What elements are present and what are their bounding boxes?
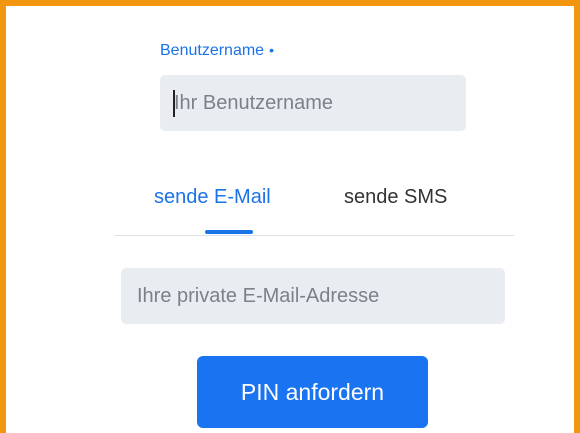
request-pin-button[interactable]: PIN anfordern — [197, 356, 428, 428]
active-tab-indicator — [205, 230, 253, 234]
tabs-divider — [114, 235, 514, 236]
tab-send-sms[interactable]: sende SMS — [344, 186, 447, 209]
username-label: Benutzername • — [160, 42, 274, 60]
email-input[interactable] — [121, 268, 505, 324]
tab-send-email[interactable]: sende E-Mail — [154, 186, 271, 209]
username-label-text: Benutzername — [160, 42, 265, 59]
required-marker: • — [269, 42, 274, 58]
text-cursor — [173, 90, 175, 117]
delivery-method-tabs: sende E-Mail sende SMS — [114, 186, 514, 236]
form-container: Benutzername• sende E-Mail sende SMS PIN… — [0, 0, 580, 433]
username-input[interactable] — [160, 75, 466, 131]
